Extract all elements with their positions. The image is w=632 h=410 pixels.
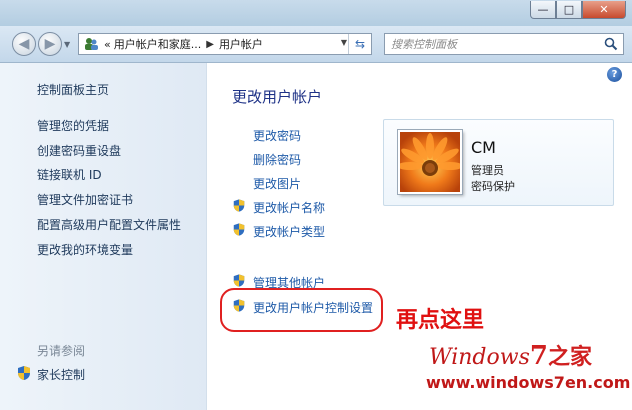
forward-button[interactable]: ▶	[38, 32, 62, 56]
sidebar-item-link-online-id[interactable]: 链接联机 ID	[37, 166, 102, 183]
main-content: ? 更改用户帐户 更改密码 删除密码 更改图片 更改帐户名称 更改帐户类型 管理…	[207, 63, 632, 410]
search-input[interactable]: 搜索控制面板	[384, 33, 624, 55]
change-account-type-link[interactable]: 更改帐户类型	[253, 223, 325, 240]
address-dropdown[interactable]: ▼	[341, 38, 347, 47]
sidebar-item-encryption-certificates[interactable]: 管理文件加密证书	[37, 191, 133, 208]
back-button[interactable]: ◀	[12, 32, 36, 56]
refresh-button[interactable]: ⇆	[348, 34, 371, 54]
breadcrumb-separator-icon[interactable]: ▶	[206, 39, 214, 50]
remove-password-link[interactable]: 删除密码	[253, 151, 301, 168]
password-status: 密码保护	[471, 180, 515, 193]
annotation-text: 再点这里	[396, 308, 485, 333]
title-bar: — □ ✕	[0, 0, 632, 27]
address-field[interactable]: « 用户帐户和家庭... ▶ 用户帐户 ▼ ⇆	[78, 33, 372, 55]
search-icon[interactable]	[604, 37, 618, 51]
watermark-brand-number: 7	[529, 341, 548, 371]
page-title: 更改用户帐户	[232, 88, 323, 106]
left-navigation-pane: 控制面板主页 管理您的凭据 创建密码重设盘 链接联机 ID 管理文件加密证书 配…	[0, 63, 207, 410]
search-placeholder: 搜索控制面板	[391, 38, 457, 51]
sidebar-item-manage-credentials[interactable]: 管理您的凭据	[37, 117, 109, 134]
close-button[interactable]: ✕	[582, 1, 626, 19]
refresh-icon: ⇆	[354, 37, 366, 51]
user-avatar[interactable]	[398, 130, 462, 194]
address-toolbar: ◀ ▶ ▼ « 用户帐户和家庭... ▶ 用户帐户 ▼ ⇆ 搜索控制面板	[0, 26, 632, 63]
flower-picture-icon	[400, 132, 460, 192]
recent-pages-dropdown[interactable]: ▼	[64, 40, 70, 49]
watermark-url: www.windows7en.com	[426, 373, 631, 392]
user-account-card: CM 管理员 密码保护	[383, 119, 614, 206]
user-role: 管理员	[471, 164, 504, 177]
user-name: CM	[471, 138, 496, 157]
maximize-button[interactable]: □	[556, 1, 582, 19]
help-icon[interactable]: ?	[607, 67, 622, 82]
change-account-name-link[interactable]: 更改帐户名称	[253, 199, 325, 216]
breadcrumb-overflow[interactable]: «	[104, 38, 111, 51]
minimize-button[interactable]: —	[530, 1, 556, 19]
breadcrumb-family[interactable]: 用户帐户和家庭...	[114, 36, 202, 52]
user-accounts-icon	[85, 38, 98, 50]
parental-controls-link[interactable]: 家长控制	[37, 366, 85, 383]
window-controls: — □ ✕	[530, 1, 626, 19]
watermark-brand-b: 之家	[547, 344, 592, 370]
sidebar-item-advanced-profile[interactable]: 配置高级用户配置文件属性	[37, 216, 181, 233]
uac-shield-icon	[233, 199, 245, 212]
sidebar-item-environment-variables[interactable]: 更改我的环境变量	[37, 241, 133, 258]
change-password-link[interactable]: 更改密码	[253, 127, 301, 144]
back-arrow-icon: ◀	[18, 36, 30, 52]
see-also-heading: 另请参阅	[37, 344, 86, 358]
sidebar-item-password-reset-disk[interactable]: 创建密码重设盘	[37, 142, 121, 159]
shield-icon	[18, 366, 30, 380]
breadcrumb-user-accounts[interactable]: 用户帐户	[219, 36, 263, 52]
annotation-circle	[220, 288, 383, 332]
uac-shield-icon	[233, 274, 245, 287]
forward-arrow-icon: ▶	[44, 36, 56, 52]
control-panel-home-link[interactable]: 控制面板主页	[37, 81, 109, 98]
watermark-brand-a: Windows	[429, 345, 530, 370]
watermark-logo: Windows7之家	[429, 339, 592, 371]
uac-shield-icon	[233, 223, 245, 236]
change-picture-link[interactable]: 更改图片	[253, 175, 301, 192]
